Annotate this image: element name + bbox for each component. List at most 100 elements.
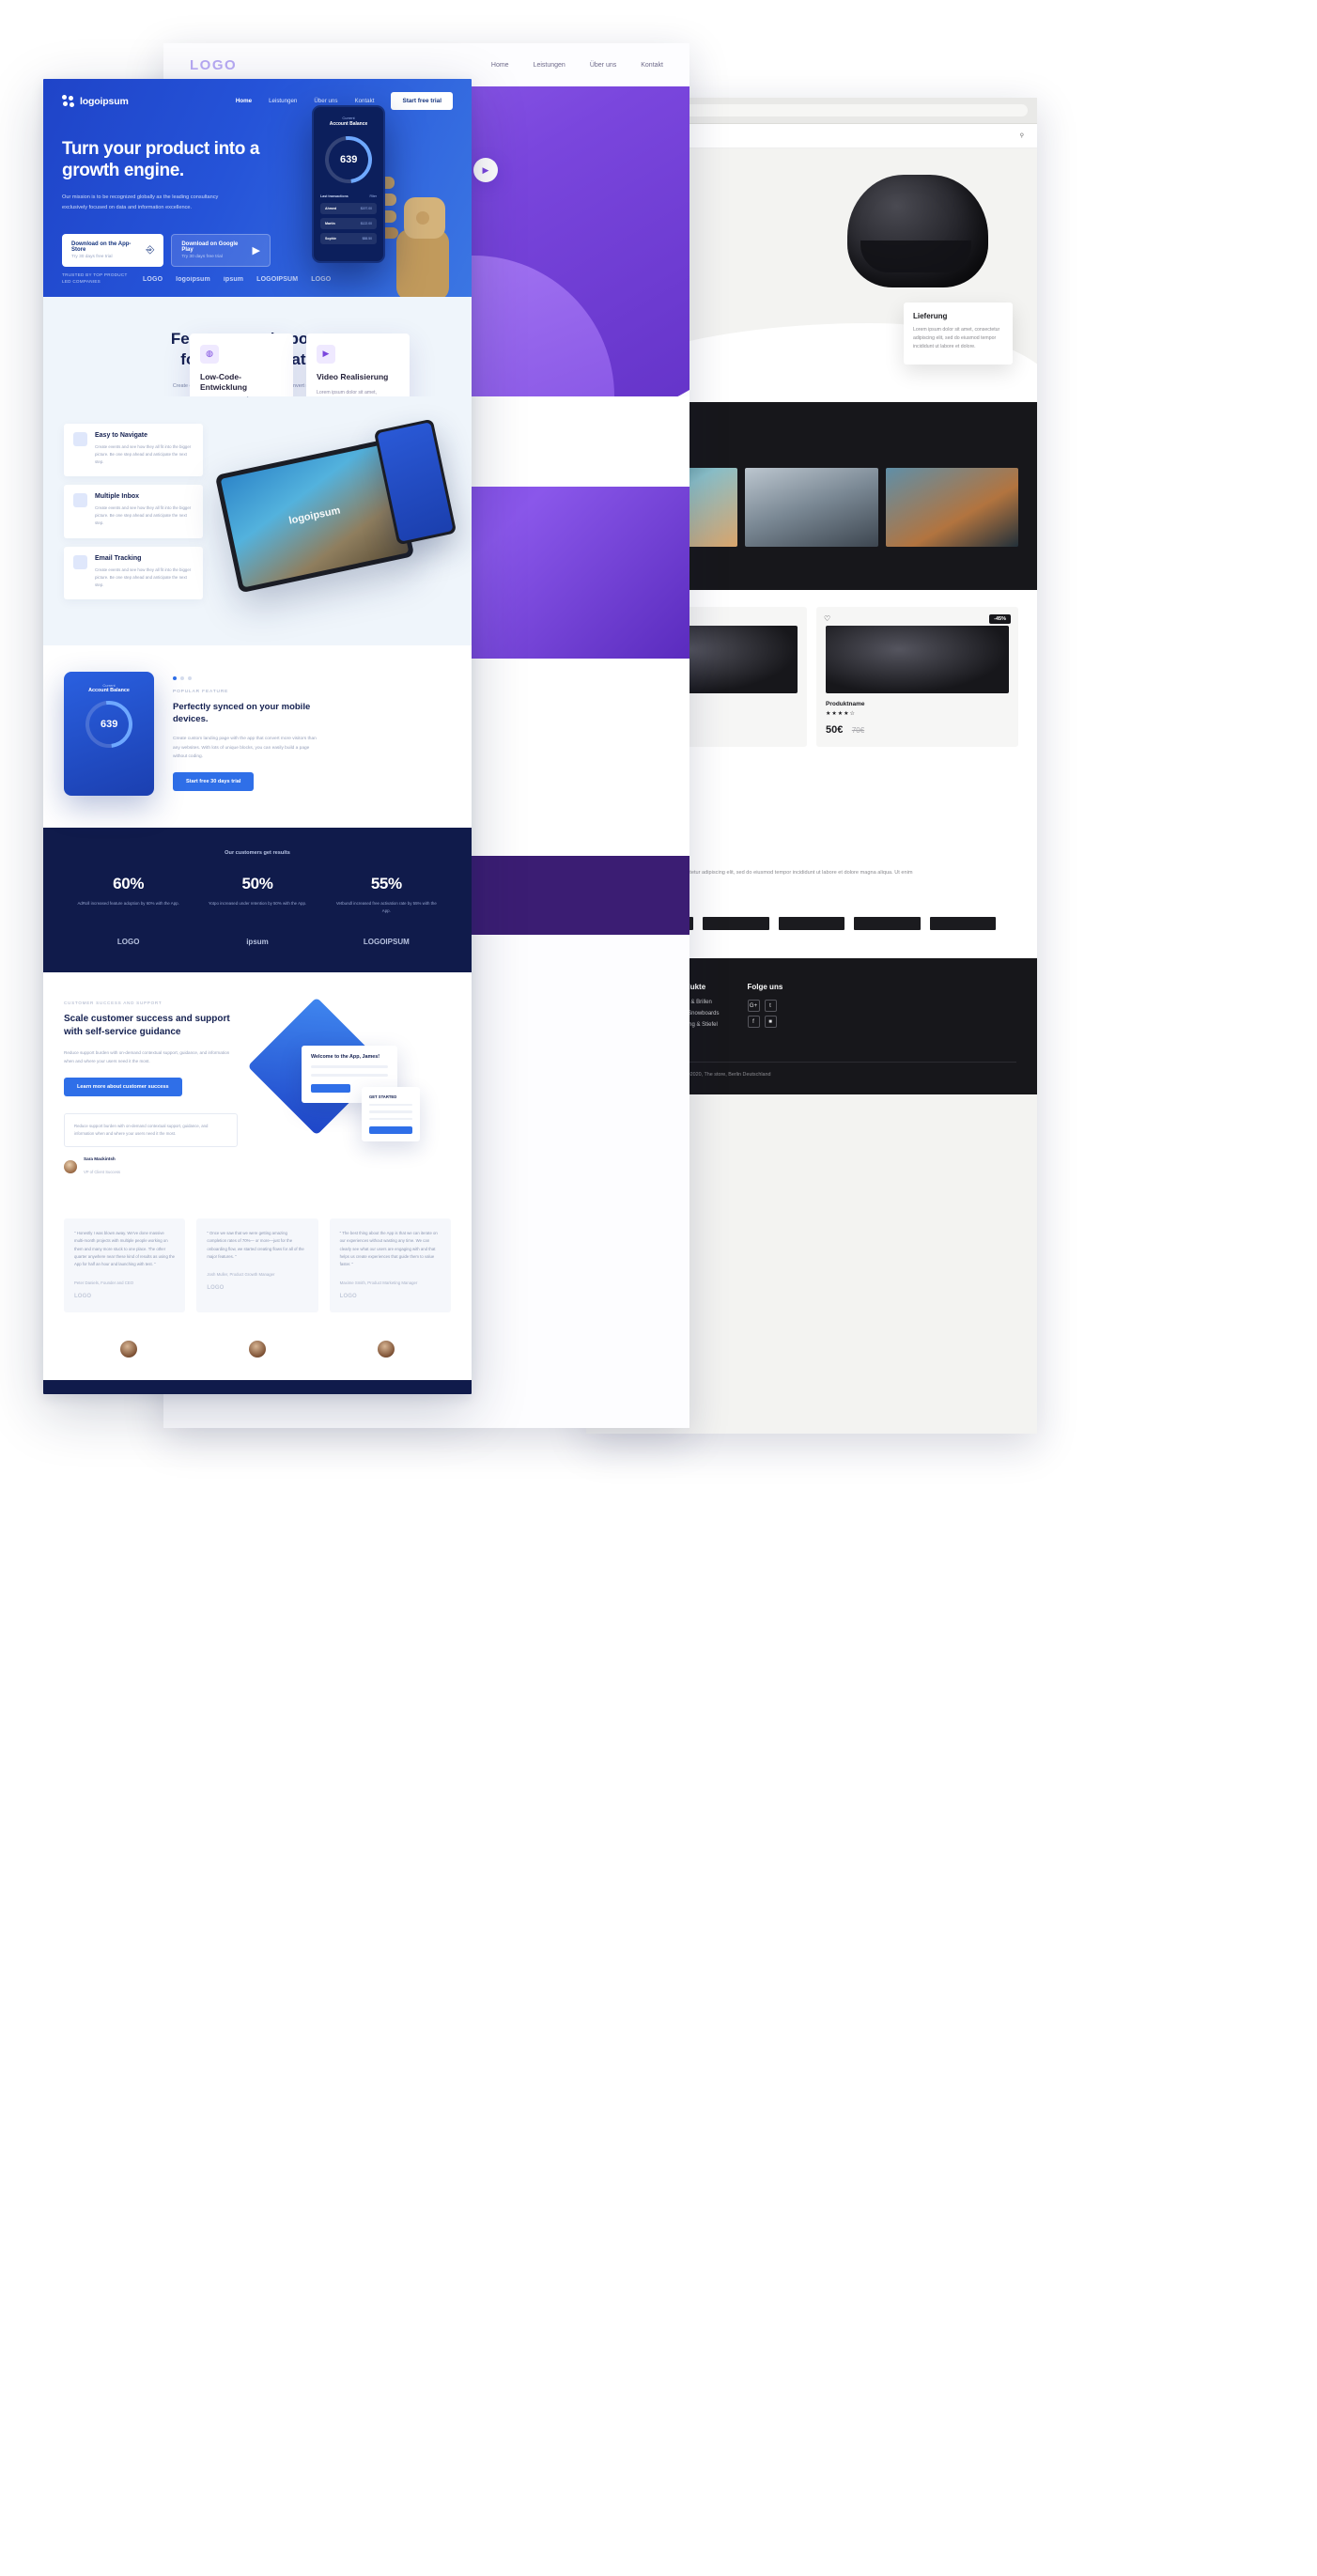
transaction-name: Martin: [325, 222, 335, 225]
facebook-icon[interactable]: f: [747, 1016, 760, 1029]
sync-eyebrow: POPULAR FEATURE: [173, 689, 229, 694]
app-store-title: Download on the App-Store: [71, 241, 132, 254]
discount-badge: -45%: [989, 614, 1011, 624]
product-card[interactable]: -45% ♡ Produktname ★★★★☆ 50€ 70€: [816, 607, 1018, 747]
agency-logo[interactable]: LOGO: [190, 57, 237, 73]
stats-logo-row: LOGO ipsum LOGOIPSUM: [64, 938, 451, 946]
agency-nav-item-home[interactable]: Home: [491, 62, 509, 69]
service-card[interactable]: ◍ Low-Code-Entwicklung Lorem ipsum dolor…: [190, 333, 293, 396]
feature-item[interactable]: Email Tracking Create events and see how…: [64, 546, 203, 599]
testimonial-role: Founder and CEO: [101, 1280, 134, 1285]
nav-item-home[interactable]: Home: [236, 98, 252, 104]
customer-success-section: CUSTOMER SUCCESS AND SUPPORT Scale custo…: [43, 971, 472, 1213]
saas-hero: logoipsum Home Leistungen Über uns Konta…: [43, 79, 472, 297]
feature-item[interactable]: Multiple Inbox Create events and see how…: [64, 485, 203, 538]
testimonial-logo: LOGO: [74, 1293, 92, 1299]
app-store-button[interactable]: Download on the App-Store Try 30 days fr…: [62, 234, 164, 268]
feature-body: Create events and see how they all fit i…: [95, 505, 192, 526]
stat-number: 60%: [113, 874, 145, 892]
social-row[interactable]: G+ t: [747, 1000, 783, 1013]
play-store-title: Download on Google Play: [181, 241, 239, 254]
brand-logo: [778, 917, 845, 931]
balance-value: 639: [339, 153, 358, 165]
feature-title: Easy to Navigate: [95, 431, 148, 439]
nav-item-leistungen[interactable]: Leistungen: [269, 98, 297, 104]
success-title: Scale customer success and support with …: [64, 1013, 230, 1038]
nav-item-kontakt[interactable]: Kontakt: [354, 98, 374, 104]
card-line: [369, 1103, 412, 1107]
instagram-icon[interactable]: ■: [764, 1016, 777, 1029]
delivery-info-card: Lieferung Lorem ipsum dolor sit amet, co…: [904, 303, 1013, 365]
search-icon[interactable]: ⚲: [1020, 132, 1024, 139]
google-play-button[interactable]: Download on Google Play Try 30 days free…: [171, 234, 271, 268]
category-image-rider[interactable]: [885, 468, 1018, 547]
product-rating: ★★★★☆: [826, 711, 856, 717]
brand-logo[interactable]: logoipsum: [62, 95, 129, 107]
stat-item: 55% Vetbundl increased free activation r…: [322, 875, 451, 915]
service-card[interactable]: ▶ Video Realisierung Lorem ipsum dolor s…: [306, 333, 410, 396]
feature-title: Multiple Inbox: [95, 493, 140, 501]
play-icon[interactable]: ▶: [473, 158, 498, 182]
social-row[interactable]: f ■: [747, 1016, 783, 1029]
hero-body: Our mission is to be recognized globally…: [62, 194, 219, 211]
chat-action-button[interactable]: [311, 1083, 350, 1093]
agency-nav-links[interactable]: Home Leistungen Über uns Kontakt: [491, 62, 663, 69]
sync-balance-value: 639: [100, 718, 118, 730]
transaction-name: Sophie: [325, 237, 336, 241]
testimonial-card: " Once we saw that we were getting amazi…: [196, 1218, 318, 1312]
features-row: Easy to Navigate Create events and see h…: [43, 401, 472, 608]
address-bar[interactable]: [640, 104, 1028, 116]
delivery-body: Lorem ipsum dolor sit amet, consectetur …: [913, 327, 1000, 350]
google-icon[interactable]: G+: [747, 1000, 760, 1013]
apple-icon: ⎆: [146, 244, 155, 256]
favorite-heart-icon[interactable]: ♡: [824, 614, 830, 623]
testimonial-quote: " Once we saw that we were getting amazi…: [207, 1230, 304, 1259]
testimonial-meta: Josh Muller, Product Growth Manager: [207, 1272, 307, 1277]
service-card-title: Video Realisierung: [317, 371, 389, 381]
transaction-row: Ahmed $197.00: [320, 203, 377, 214]
service-card-body: Lorem ipsum dolor sit amet, consectetur …: [317, 390, 378, 396]
transaction-amount: $122.00: [360, 222, 372, 225]
testimonial-name: Josh Muller,: [207, 1272, 229, 1278]
code-icon: ◍: [200, 344, 219, 364]
client-logo: ipsum: [223, 275, 244, 283]
sync-cta-button[interactable]: Start free 30 days trial: [173, 772, 255, 792]
testimonial-role: Product Marketing Manager: [367, 1280, 418, 1285]
nav-item-ueber-uns[interactable]: Über uns: [314, 98, 337, 104]
transaction-row: Martin $122.00: [320, 218, 377, 229]
trusted-by-label: TRUSTED BY TOP PRODUCT LED COMPANIES: [62, 272, 128, 285]
agency-nav-item-kontakt[interactable]: Kontakt: [641, 62, 663, 69]
twitter-icon[interactable]: t: [764, 1000, 777, 1013]
app-store-buttons[interactable]: Download on the App-Store Try 30 days fr…: [62, 234, 271, 268]
learn-more-button[interactable]: Learn more about customer success: [64, 1077, 182, 1096]
carousel-dots[interactable]: [173, 675, 323, 680]
video-icon: ▶: [317, 344, 335, 364]
agency-nav-item-ueber-uns[interactable]: Über uns: [590, 62, 616, 69]
card-action-button[interactable]: [369, 1126, 412, 1135]
phone-header: Current Account Balance: [314, 107, 383, 127]
helmet-product-image: [847, 175, 988, 287]
stat-logo: ipsum: [246, 937, 269, 946]
client-logo: LOGOIPSUM: [256, 275, 299, 283]
feature-body: Create events and see how they all fit i…: [95, 443, 192, 464]
footer-column-social: Folge uns G+ t f ■: [747, 983, 783, 1045]
stat-number: 55%: [370, 874, 402, 892]
sync-title: Perfectly synced on your mobile devices.: [173, 701, 311, 725]
carousel-dot[interactable]: [188, 675, 192, 680]
carousel-dot[interactable]: [180, 675, 184, 680]
agency-navbar[interactable]: LOGO Home Leistungen Über uns Kontakt: [163, 43, 689, 86]
agency-nav-item-leistungen[interactable]: Leistungen: [534, 62, 566, 69]
filter-label[interactable]: Filter: [369, 194, 377, 198]
start-free-trial-button[interactable]: Start free trial: [391, 92, 453, 110]
balance-ring-chart: 639: [315, 126, 382, 194]
success-copy: CUSTOMER SUCCESS AND SUPPORT Scale custo…: [64, 1001, 238, 1188]
category-image-snow[interactable]: [745, 468, 878, 547]
inbox-icon: [73, 493, 87, 508]
feature-item[interactable]: Easy to Navigate Create events and see h…: [64, 423, 203, 477]
stats-row: 60% AdRoll increased feature adoption by…: [64, 875, 451, 915]
client-logo: LOGO: [143, 275, 163, 283]
carousel-dot-active[interactable]: [173, 675, 177, 680]
get-started-card: GET STARTED: [362, 1086, 420, 1142]
mockup-saas-landing-page[interactable]: logoipsum Home Leistungen Über uns Konta…: [43, 79, 472, 1394]
navigate-icon: [73, 431, 87, 446]
